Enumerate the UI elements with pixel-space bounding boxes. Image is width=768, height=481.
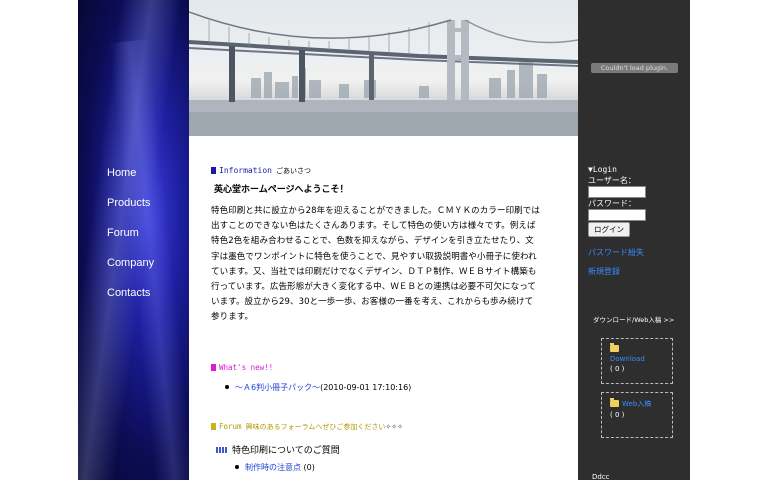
forum-topic: 特色印刷についてのご質問: [216, 443, 340, 456]
hero-banner: [189, 0, 578, 136]
forum-subtitle: 興味のあるフォーラムへぜひご参加ください: [245, 423, 386, 431]
folder-icon: [610, 343, 619, 352]
bullet-icon: [225, 385, 229, 389]
left-navigation: Home Products Forum Company Contacts: [78, 0, 189, 480]
information-title: Information: [219, 166, 272, 175]
forum-topic-title[interactable]: 特色印刷についてのご質問: [232, 446, 340, 456]
information-subtitle: ごあいさつ: [275, 167, 311, 175]
username-input[interactable]: [588, 186, 646, 198]
nav-home[interactable]: Home: [107, 166, 154, 196]
lost-password-link[interactable]: パスワード紛失: [588, 247, 644, 258]
password-input[interactable]: [588, 209, 646, 221]
bullet-icon: [235, 465, 239, 469]
bridge-illustration: [189, 11, 578, 136]
download-count: ( 0 ): [610, 365, 625, 373]
bars-icon: [216, 446, 228, 456]
forum-item-count: (0): [303, 463, 315, 472]
welcome-heading: 英心堂ホームページへようこそ！: [214, 185, 349, 195]
download-box: Download ( 0 ): [601, 338, 673, 384]
right-sidebar: Couldn't load plugin. ▼Login ユーザー名： パスワー…: [578, 0, 690, 481]
news-item-date: (2010-09-01 17:10:16): [320, 383, 412, 392]
plugin-error: Couldn't load plugin.: [591, 63, 678, 73]
web-submit-box-inner: Web入稿 ( 0 ): [610, 398, 651, 419]
downloads-heading[interactable]: ダウンロード/Web入稿 >>: [593, 314, 674, 324]
login-title: ▼Login: [588, 165, 617, 174]
nav-products[interactable]: Products: [107, 196, 154, 226]
nav-company[interactable]: Company: [107, 256, 154, 286]
forum-title: Forum: [219, 422, 242, 431]
page: Home Products Forum Company Contacts Inf…: [78, 0, 690, 481]
news-item-link[interactable]: ～Ａ6判小冊子パック～: [235, 383, 320, 392]
news-item: ～Ａ6判小冊子パック～(2010-09-01 17:10:16): [225, 382, 411, 393]
password-label: パスワード：: [588, 199, 636, 208]
square-icon: [211, 364, 216, 371]
greeting-paragraph: 特色印刷と共に設立から28年を迎えることができました。ＣＭＹＫのカラー印刷では出…: [211, 206, 540, 323]
main-content: Information ごあいさつ 英心堂ホームページへようこそ！ 特色印刷と共に…: [189, 136, 578, 480]
forum-heading: Forum 興味のあるフォーラムへぜひご参加ください✧✧✧: [211, 422, 403, 432]
web-submit-link[interactable]: Web入稿: [622, 400, 651, 408]
nav-forum[interactable]: Forum: [107, 226, 154, 256]
forum-item: 制作時の注意点 (0): [235, 462, 315, 473]
download-link[interactable]: Download: [610, 355, 645, 363]
nav-list: Home Products Forum Company Contacts: [107, 166, 154, 316]
web-submit-count: ( 0 ): [610, 411, 625, 419]
register-link[interactable]: 新規登録: [588, 266, 620, 277]
whats-new-title: What's new!!: [219, 363, 274, 372]
whats-new-heading: What's new!!: [211, 363, 273, 372]
sparkle-icon: ✧✧✧: [385, 423, 403, 431]
username-label: ユーザー名：: [588, 176, 636, 185]
square-icon: [211, 167, 216, 174]
square-icon: [211, 423, 216, 430]
nav-contacts[interactable]: Contacts: [107, 286, 154, 316]
login-button[interactable]: ログイン: [588, 222, 630, 237]
web-submit-box: Web入稿 ( 0 ): [601, 392, 673, 438]
folder-icon: [610, 398, 619, 407]
forum-item-link[interactable]: 制作時の注意点: [245, 463, 301, 472]
information-heading: Information ごあいさつ: [211, 166, 311, 176]
download-box-inner: Download ( 0 ): [610, 343, 645, 373]
